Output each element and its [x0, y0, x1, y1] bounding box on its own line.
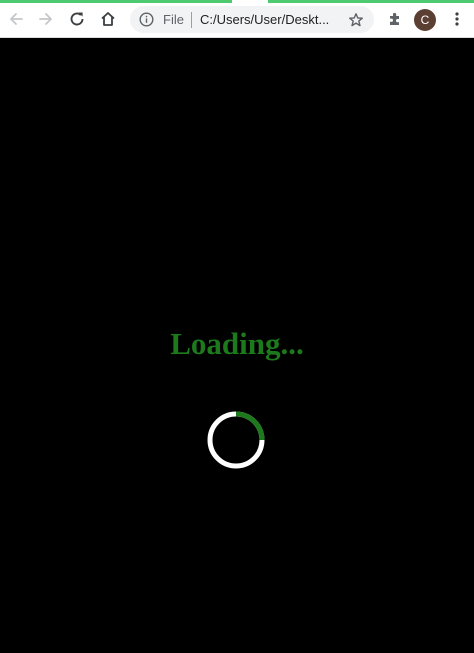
home-icon — [101, 12, 115, 26]
forward-button[interactable] — [33, 6, 59, 32]
home-button[interactable] — [95, 6, 121, 32]
back-icon — [10, 13, 23, 25]
bookmark-button[interactable] — [346, 10, 365, 29]
profile-avatar[interactable]: C — [414, 9, 436, 31]
browser-menu-button[interactable] — [444, 6, 470, 32]
reload-icon — [70, 12, 84, 26]
menu-icon — [455, 12, 459, 26]
spinner-arc — [235, 411, 265, 441]
url-text[interactable]: C:/Users/User/Deskt... — [200, 11, 340, 28]
omnibox-divider — [191, 12, 192, 28]
reload-button[interactable] — [64, 6, 90, 32]
back-button[interactable] — [3, 6, 29, 32]
page-viewport: Loading... — [0, 38, 474, 653]
loading-heading: Loading... — [170, 326, 304, 361]
info-icon[interactable] — [139, 12, 154, 27]
page-load-indicator — [0, 0, 474, 3]
address-bar[interactable]: File C:/Users/User/Deskt... — [130, 6, 374, 33]
loading-spinner — [207, 411, 265, 469]
scheme-label: File — [163, 12, 184, 27]
forward-icon — [39, 13, 52, 25]
star-icon — [348, 12, 363, 26]
browser-toolbar: File C:/Users/User/Deskt... C — [0, 0, 474, 38]
extensions-button[interactable] — [382, 6, 408, 32]
extensions-icon — [390, 12, 399, 25]
